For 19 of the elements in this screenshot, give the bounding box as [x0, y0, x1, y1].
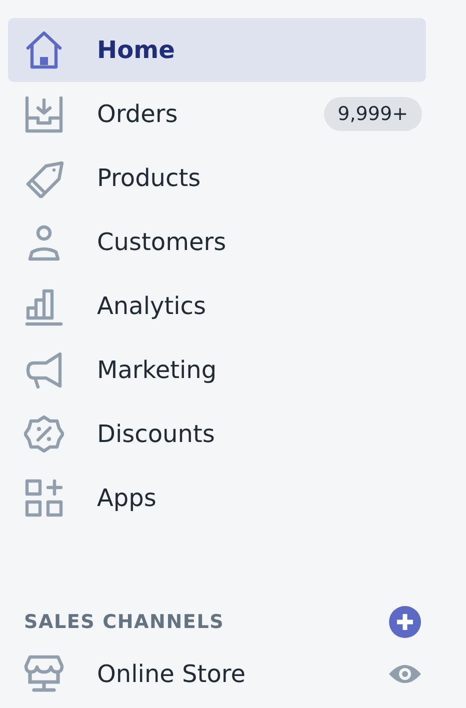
storefront-icon	[24, 654, 64, 694]
nav-item[interactable]: Online Store	[8, 642, 426, 706]
nav-item[interactable]: Orders 9,999+	[8, 82, 426, 146]
megaphone-icon	[24, 350, 64, 390]
apps-icon	[24, 478, 64, 518]
count-badge: 9,999+	[324, 97, 422, 131]
nav-item[interactable]: Products	[8, 146, 426, 210]
nav-item[interactable]: Customers	[8, 210, 426, 274]
add-button[interactable]	[388, 605, 422, 639]
nav-item[interactable]: Apps	[8, 466, 426, 530]
nav-item[interactable]: Home	[8, 18, 426, 82]
percent-badge-icon	[24, 414, 64, 454]
section-heading: SALES CHANNELS	[24, 611, 224, 633]
home-icon	[24, 30, 64, 70]
eye-icon[interactable]	[388, 662, 422, 686]
nav-item[interactable]: Marketing	[8, 338, 426, 402]
nav-item[interactable]: Analytics	[8, 274, 426, 338]
inbox-icon	[24, 94, 64, 134]
nav-item[interactable]: Discounts	[8, 402, 426, 466]
